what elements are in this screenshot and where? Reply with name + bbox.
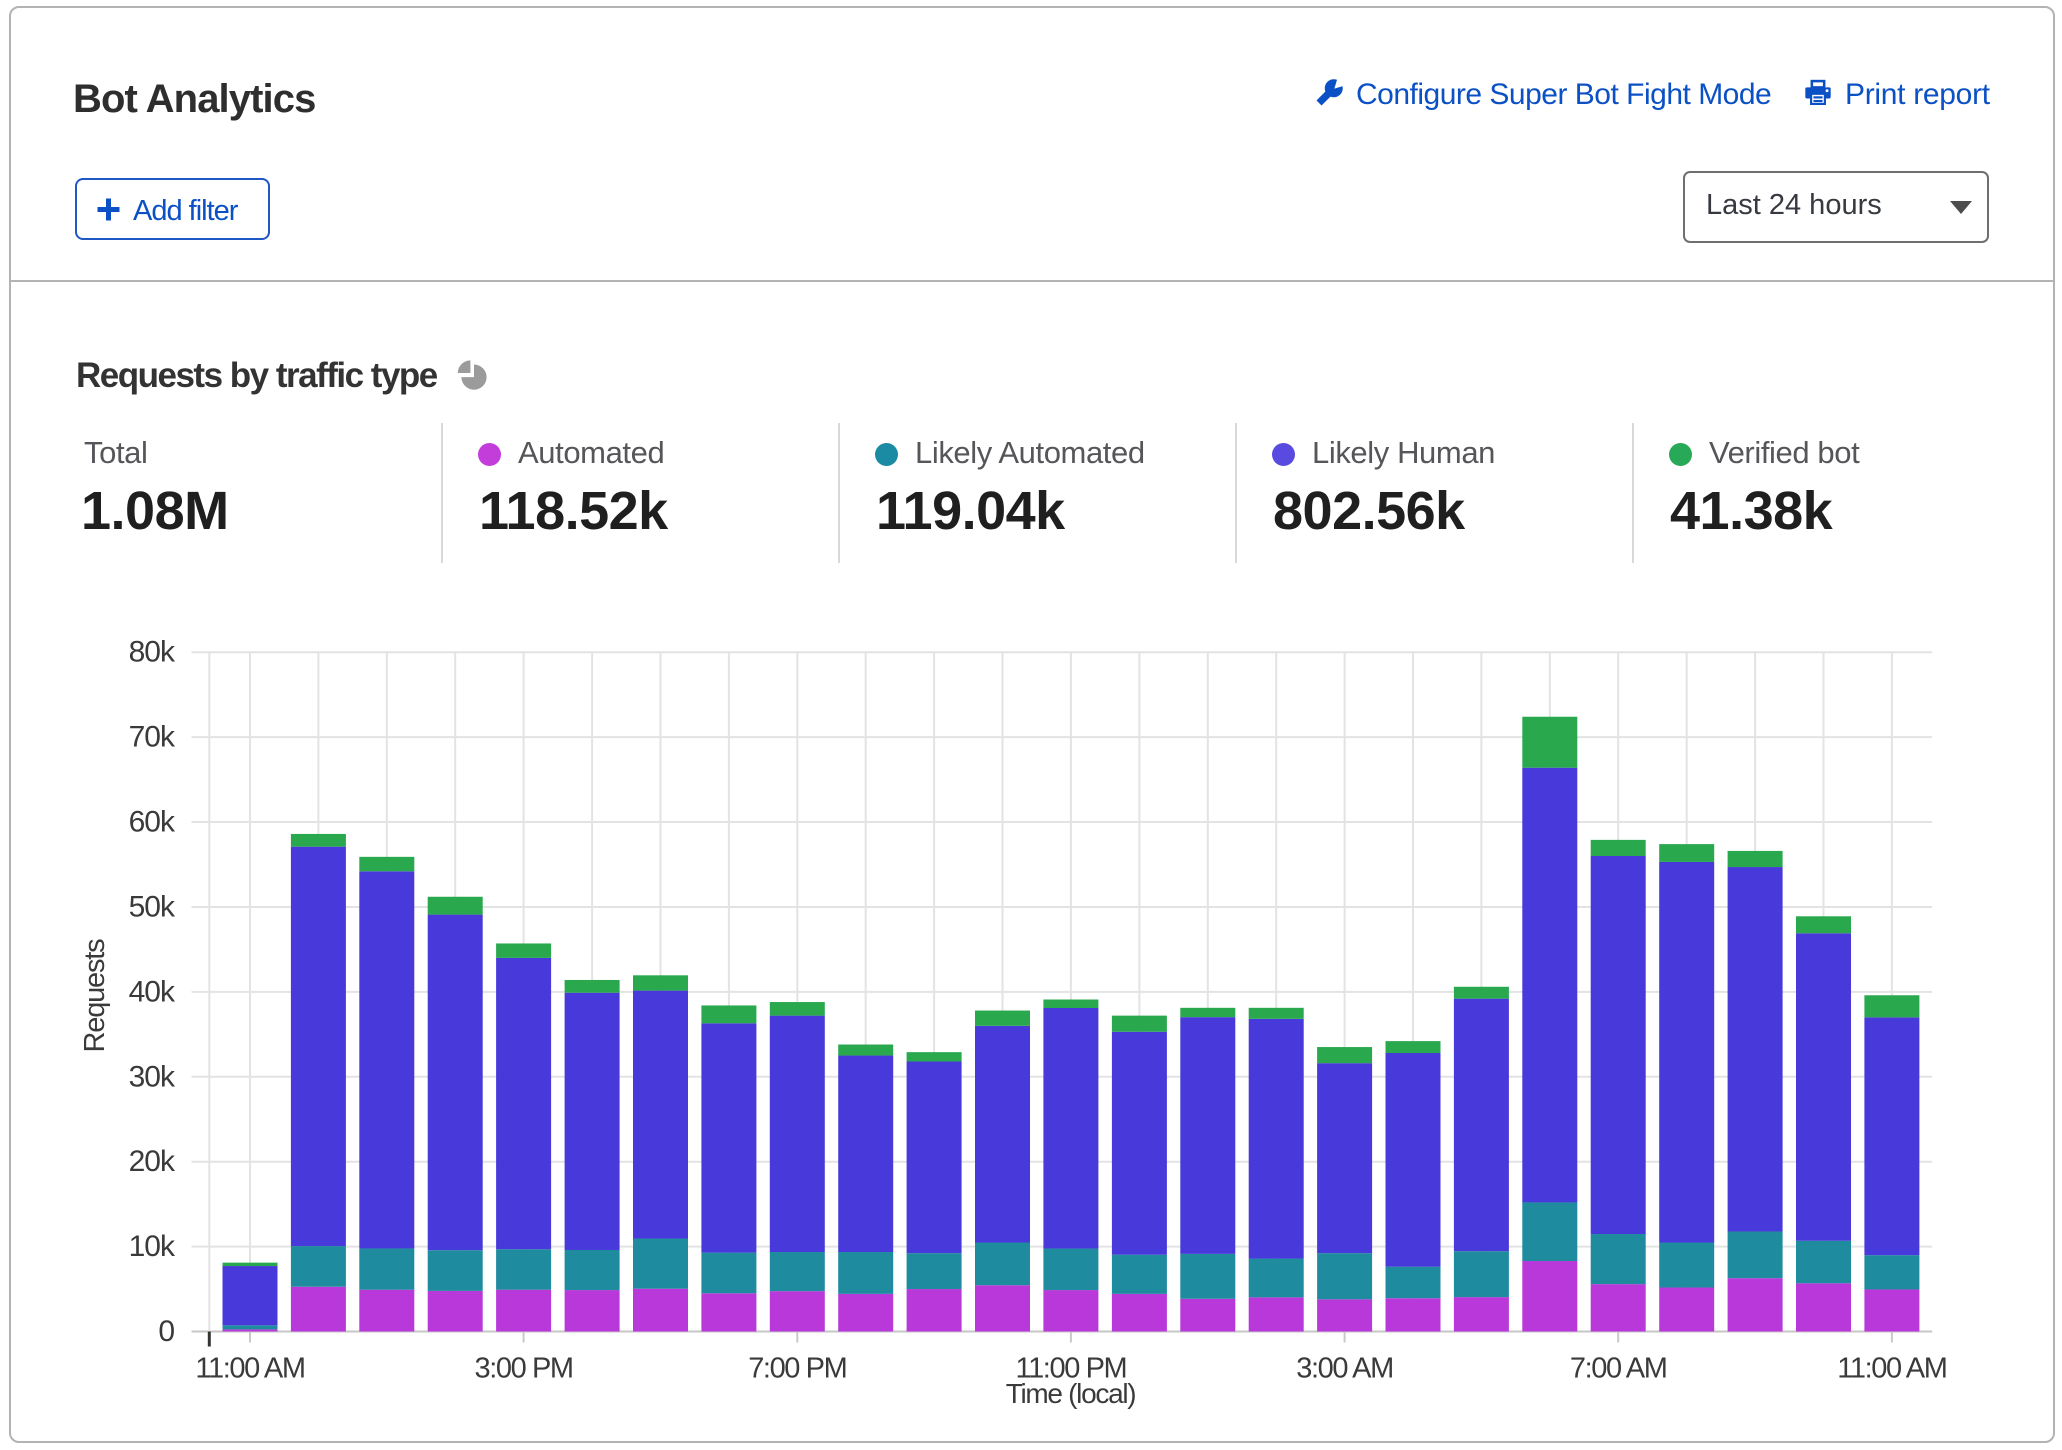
svg-text:11:00 AM: 11:00 AM [195, 1353, 304, 1385]
svg-text:7:00 AM: 7:00 AM [1570, 1353, 1667, 1385]
svg-text:10k: 10k [129, 1230, 176, 1263]
svg-text:20k: 20k [129, 1145, 176, 1178]
svg-text:7:00 PM: 7:00 PM [748, 1353, 846, 1385]
svg-text:3:00 PM: 3:00 PM [474, 1353, 572, 1385]
svg-text:80k: 80k [129, 636, 176, 669]
svg-text:70k: 70k [129, 721, 176, 754]
svg-text:30k: 30k [129, 1060, 176, 1093]
svg-text:3:00 AM: 3:00 AM [1296, 1353, 1393, 1385]
svg-text:Time (local): Time (local) [1006, 1378, 1136, 1409]
svg-text:40k: 40k [129, 975, 176, 1008]
svg-text:50k: 50k [129, 891, 176, 924]
svg-text:Requests: Requests [79, 939, 111, 1053]
svg-text:0: 0 [158, 1315, 174, 1348]
svg-text:60k: 60k [129, 806, 176, 839]
svg-text:11:00 AM: 11:00 AM [1837, 1353, 1946, 1385]
